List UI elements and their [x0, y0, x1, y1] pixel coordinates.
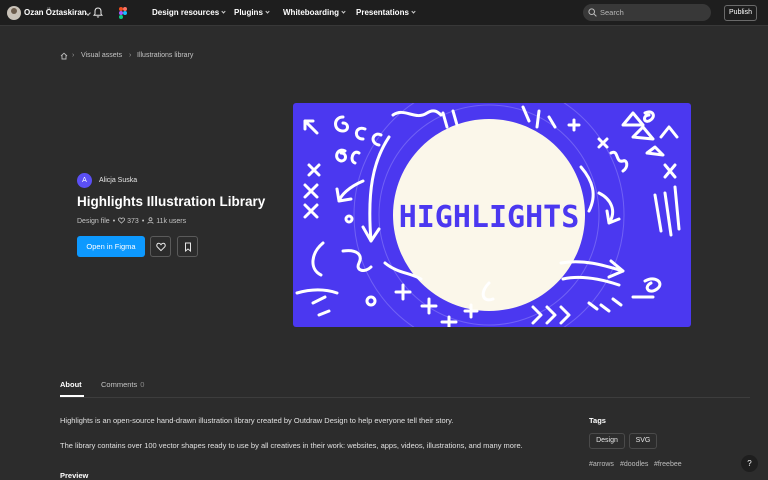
user-name[interactable]: Ozan Öztaskiran: [24, 8, 87, 17]
user-icon: [147, 217, 154, 224]
author-name[interactable]: Alicja Suska: [99, 177, 137, 184]
help-button[interactable]: ?: [741, 455, 758, 472]
heart-icon: [118, 217, 126, 224]
bookmark-button[interactable]: [177, 236, 198, 257]
tabs-divider: [60, 397, 750, 398]
resource-type: Design file: [77, 218, 110, 225]
tag-design[interactable]: Design: [589, 433, 625, 449]
nav-whiteboarding[interactable]: Whiteboarding: [283, 8, 346, 17]
description-paragraph: Highlights is an open-source hand-drawn …: [60, 416, 454, 425]
tags-heading: Tags: [589, 416, 606, 425]
top-bar: Ozan Öztaskiran Design resources Plugins…: [0, 0, 768, 26]
hashtag-doodles[interactable]: #doodles: [620, 461, 648, 468]
tab-about[interactable]: About: [60, 380, 82, 389]
user-avatar[interactable]: [7, 6, 21, 20]
figma-logo-icon[interactable]: [119, 7, 127, 19]
chevron-down-icon: [221, 9, 226, 14]
tab-comments[interactable]: Comments 0: [101, 380, 144, 389]
thumbnail-title: HIGHLIGHTS: [399, 200, 580, 235]
separator-dot: •: [141, 218, 145, 225]
chevron-down-icon: [265, 9, 270, 14]
hashtag-freebee[interactable]: #freebee: [654, 461, 682, 468]
likes-count: 373: [127, 218, 139, 225]
publish-button[interactable]: Publish: [724, 5, 757, 21]
hashtag-arrows[interactable]: #arrows: [589, 461, 614, 468]
resource-thumbnail[interactable]: HIGHLIGHTS: [293, 103, 691, 327]
bookmark-icon: [185, 242, 191, 252]
bell-icon[interactable]: [93, 7, 103, 18]
users-count: 11k users: [156, 218, 187, 225]
nav-presentations[interactable]: Presentations: [356, 8, 416, 17]
search-placeholder: Search: [600, 8, 624, 17]
search-input[interactable]: Search: [583, 4, 711, 21]
chevron-right-icon: ›: [129, 52, 132, 59]
comments-count: 0: [140, 380, 145, 389]
chevron-down-icon: [341, 9, 346, 14]
breadcrumb-illustrations-library[interactable]: Illustrations library: [137, 52, 193, 59]
nav-design-resources[interactable]: Design resources: [152, 8, 226, 17]
like-button[interactable]: [150, 236, 171, 257]
author-avatar[interactable]: A: [77, 173, 92, 188]
tag-svg[interactable]: SVG: [629, 433, 657, 449]
open-in-figma-button[interactable]: Open in Figma: [77, 236, 145, 257]
preview-heading: Preview: [60, 471, 89, 480]
heart-icon: [156, 242, 166, 252]
breadcrumb-visual-assets[interactable]: Visual assets: [81, 52, 122, 59]
description-paragraph: The library contains over 100 vector sha…: [60, 441, 523, 450]
page-title: Highlights Illustration Library: [77, 194, 266, 209]
separator-dot: •: [112, 218, 116, 225]
resource-meta: Design file • 373 • 11k users: [77, 217, 189, 225]
search-icon: [588, 8, 597, 17]
chevron-right-icon: ›: [72, 52, 75, 59]
home-icon[interactable]: [60, 52, 68, 60]
nav-plugins[interactable]: Plugins: [234, 8, 270, 17]
thumbnail-illustration: HIGHLIGHTS: [295, 103, 681, 327]
chevron-down-icon: [411, 9, 416, 14]
